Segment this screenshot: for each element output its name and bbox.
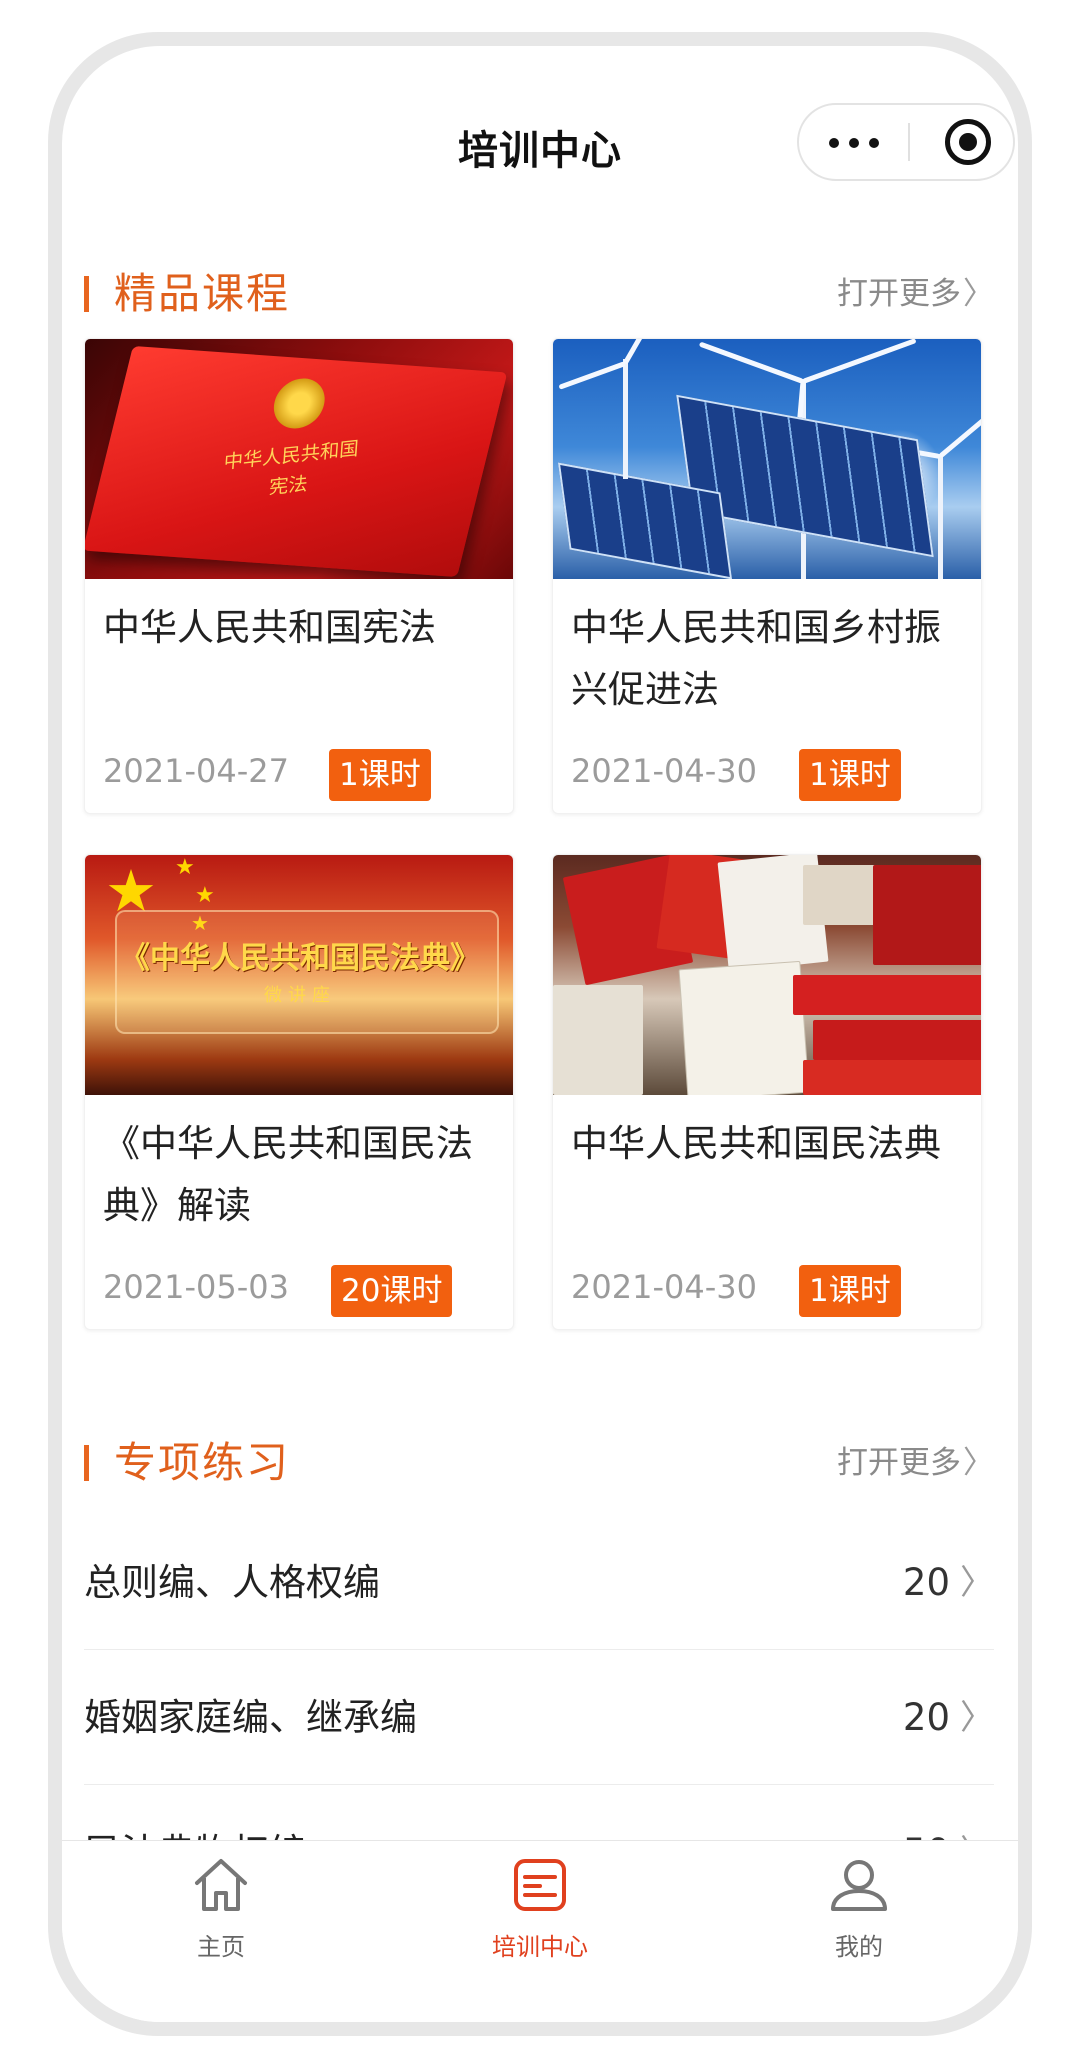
- course-date: 2021-05-03: [103, 1268, 289, 1306]
- lesson-count-badge: 20课时: [331, 1265, 453, 1317]
- lesson-count-badge: 1课时: [799, 749, 901, 801]
- practice-item[interactable]: 婚姻家庭编、继承编 20 〉: [84, 1651, 994, 1785]
- practice-item[interactable]: 总则编、人格权编 20 〉: [84, 1516, 994, 1650]
- course-thumbnail-energy: [553, 339, 981, 579]
- capsule-divider: [908, 123, 910, 161]
- course-date: 2021-04-27: [103, 752, 289, 790]
- course-thumbnail-bookstore: [553, 855, 981, 1095]
- divider: [84, 1784, 994, 1785]
- tab-label: 培训中心: [492, 1933, 588, 1961]
- tab-home[interactable]: 主页: [62, 1841, 380, 1981]
- course-title: 中华人民共和国乡村振兴促进法: [571, 606, 941, 711]
- course-card[interactable]: ★ ★ ★ ★ 《中华人民共和国民法典》 微讲座 《中华人民共和国民法典》解读 …: [84, 854, 514, 1330]
- star-icon: ★: [195, 883, 215, 908]
- tab-profile[interactable]: 我的: [700, 1841, 1018, 1981]
- practice-item-label: 婚姻家庭编、继承编: [84, 1696, 417, 1739]
- bottom-tab-bar: 主页 培训中心 我的: [62, 1840, 1018, 2022]
- course-thumbnail-constitution: 中华人民共和国 宪法: [85, 339, 513, 579]
- practice-item-label: 总则编、人格权编: [84, 1561, 380, 1604]
- course-date: 2021-04-30: [571, 752, 757, 790]
- course-date: 2021-04-30: [571, 1268, 757, 1306]
- chevron-right-icon: 〉: [963, 276, 994, 312]
- tab-label: 主页: [197, 1933, 245, 1961]
- lesson-count-badge: 1课时: [799, 1265, 901, 1317]
- chevron-right-icon: 〉: [960, 1698, 994, 1738]
- more-menu-icon[interactable]: [799, 105, 909, 179]
- course-title: 中华人民共和国民法典: [571, 1122, 941, 1165]
- national-emblem-icon: [268, 376, 331, 431]
- course-card[interactable]: 中华人民共和国 宪法 中华人民共和国宪法 2021-04-27 1课时: [84, 338, 514, 814]
- featured-section-header: 精品课程 打开更多〉: [84, 264, 994, 324]
- section-accent-bar: [84, 1445, 89, 1481]
- practice-item-count: 20: [902, 1561, 950, 1604]
- lesson-count-badge: 1课时: [329, 749, 431, 801]
- practice-item-count: 20: [902, 1696, 950, 1739]
- star-icon: ★: [175, 855, 195, 880]
- tab-label: 我的: [835, 1933, 883, 1961]
- home-icon: [195, 1859, 247, 1911]
- section-accent-bar: [84, 276, 89, 312]
- course-thumbnail-civil-code: ★ ★ ★ ★ 《中华人民共和国民法典》 微讲座: [85, 855, 513, 1095]
- course-title: 《中华人民共和国民法典》解读: [103, 1122, 473, 1227]
- app-screen: 培训中心 精品课程 打开更多〉 中华人民共和国 宪法 中华人民共和国宪法 202…: [62, 46, 1018, 2022]
- featured-more-link[interactable]: 打开更多〉: [837, 264, 994, 324]
- tab-training-center[interactable]: 培训中心: [381, 1841, 699, 1981]
- chevron-right-icon: 〉: [963, 1445, 994, 1481]
- chevron-right-icon: 〉: [960, 1563, 994, 1603]
- training-icon: [514, 1859, 566, 1911]
- divider: [84, 1649, 994, 1650]
- course-card[interactable]: 中华人民共和国民法典 2021-04-30 1课时: [552, 854, 982, 1330]
- mini-program-capsule: [797, 103, 1015, 181]
- practice-section-header: 专项练习 打开更多〉: [84, 1433, 994, 1493]
- profile-icon: [831, 1860, 887, 1911]
- course-card[interactable]: 中华人民共和国乡村振兴促进法 2021-04-30 1课时: [552, 338, 982, 814]
- practice-more-link[interactable]: 打开更多〉: [837, 1433, 994, 1493]
- close-target-icon[interactable]: [945, 119, 991, 165]
- featured-section-title: 精品课程: [114, 269, 291, 318]
- course-title: 中华人民共和国宪法: [103, 606, 436, 649]
- practice-section-title: 专项练习: [114, 1438, 291, 1487]
